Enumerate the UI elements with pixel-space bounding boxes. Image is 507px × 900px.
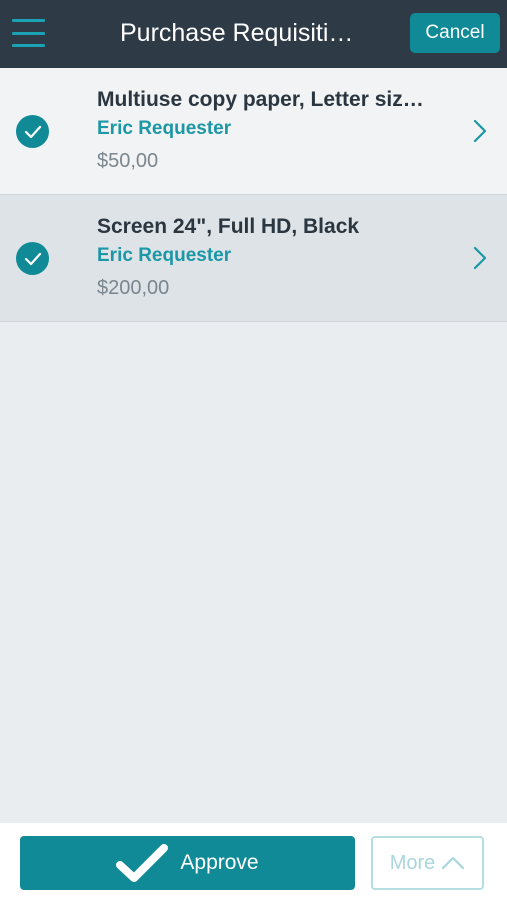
more-button[interactable]: More bbox=[371, 836, 484, 890]
item-amount: $200,00 bbox=[97, 277, 170, 299]
checkmark-icon bbox=[116, 844, 169, 882]
header-bar: Purchase Requisiti… Cancel bbox=[0, 0, 507, 68]
more-label: More bbox=[389, 851, 436, 874]
hamburger-menu-icon[interactable] bbox=[12, 19, 45, 47]
chevron-right-icon bbox=[473, 246, 487, 270]
item-requester: Eric Requester bbox=[97, 118, 232, 139]
chevron-up-icon bbox=[442, 856, 465, 870]
requisition-list: Multiuse copy paper, Letter siz… Eric Re… bbox=[0, 68, 507, 322]
approve-label: Approve bbox=[180, 851, 259, 874]
list-item[interactable]: Multiuse copy paper, Letter siz… Eric Re… bbox=[0, 68, 507, 195]
menu-line bbox=[12, 31, 45, 35]
cancel-button[interactable]: Cancel bbox=[410, 13, 500, 53]
checkmark-icon[interactable] bbox=[16, 242, 49, 275]
app-screen: Purchase Requisiti… Cancel Multiuse copy… bbox=[0, 0, 507, 900]
action-bar: Approve More bbox=[0, 823, 507, 900]
item-title: Screen 24", Full HD, Black bbox=[97, 215, 360, 238]
list-item[interactable]: Screen 24", Full HD, Black Eric Requeste… bbox=[0, 195, 507, 322]
page-title: Purchase Requisiti… bbox=[120, 19, 354, 47]
menu-line bbox=[12, 44, 45, 47]
item-title: Multiuse copy paper, Letter siz… bbox=[97, 88, 424, 111]
checkmark-icon[interactable] bbox=[16, 115, 49, 148]
menu-line bbox=[12, 19, 45, 22]
item-requester: Eric Requester bbox=[97, 245, 232, 266]
chevron-right-icon bbox=[473, 119, 487, 143]
item-amount: $50,00 bbox=[97, 150, 159, 172]
approve-button[interactable]: Approve bbox=[20, 836, 355, 890]
